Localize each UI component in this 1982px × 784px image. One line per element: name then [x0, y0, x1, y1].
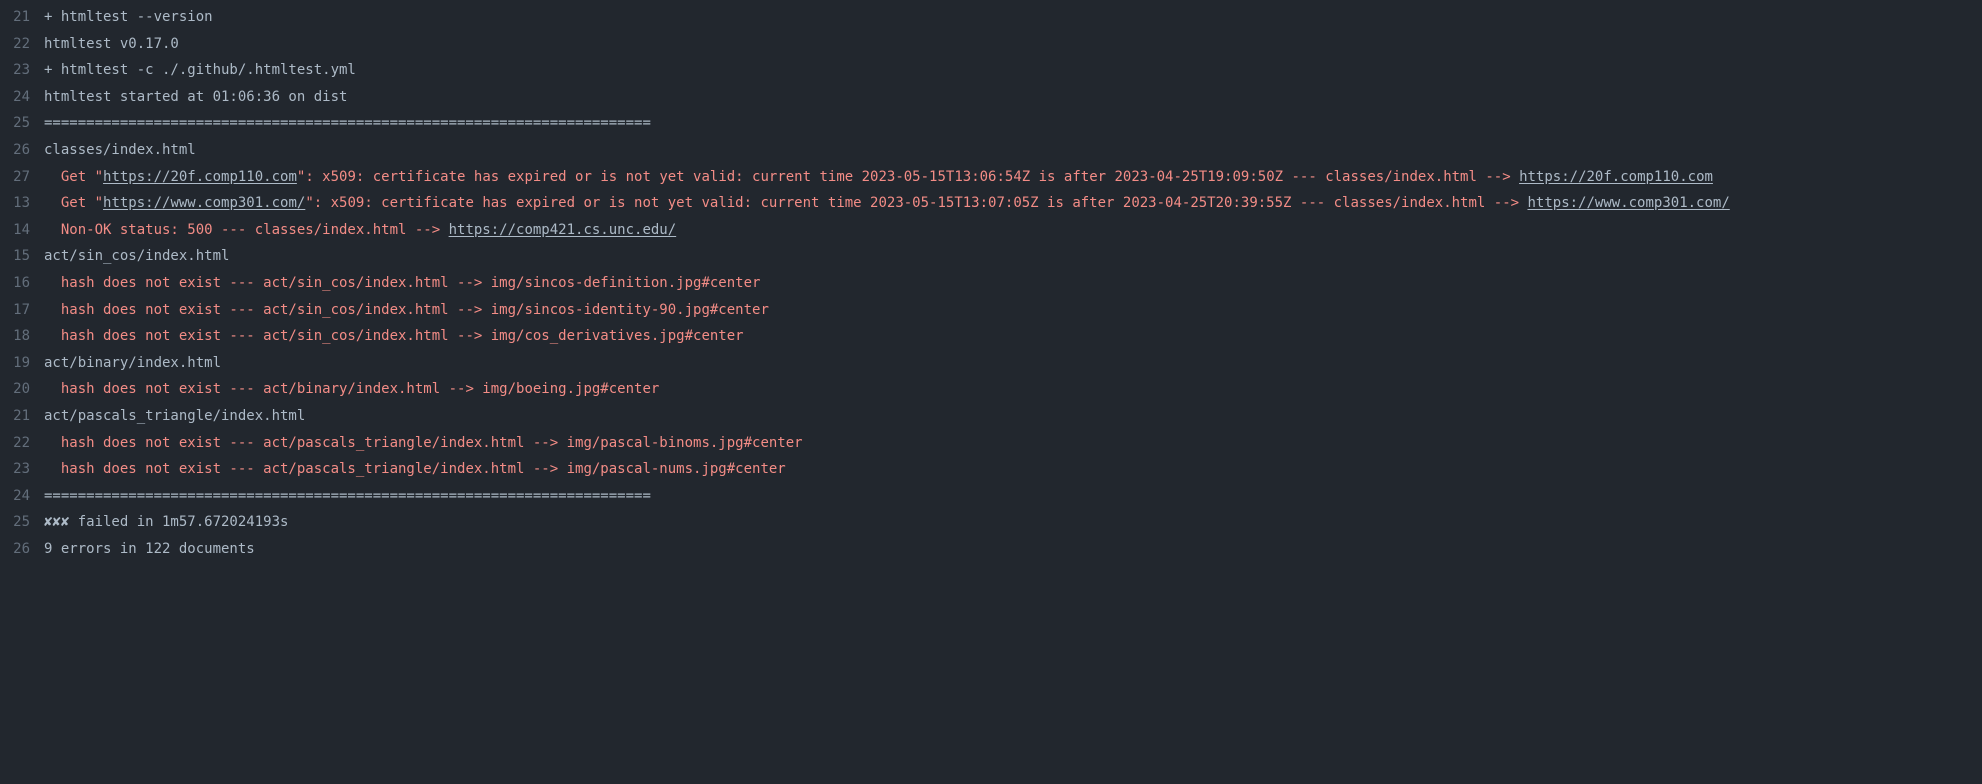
log-text: act/sin_cos/index.html	[44, 248, 229, 264]
line-content: Get "https://www.comp301.com/": x509: ce…	[44, 190, 1742, 217]
log-line: 23+ htmltest -c ./.github/.htmltest.yml	[0, 57, 1982, 84]
line-content: hash does not exist --- act/binary/index…	[44, 376, 671, 403]
line-number[interactable]: 25	[0, 509, 44, 536]
log-text: htmltest started at 01:06:36 on dist	[44, 89, 347, 105]
log-text: act/binary/index.html	[44, 355, 221, 371]
log-line: 19act/binary/index.html	[0, 350, 1982, 377]
line-number[interactable]: 17	[0, 297, 44, 324]
line-content: Get "https://20f.comp110.com": x509: cer…	[44, 164, 1725, 191]
log-line: 22htmltest v0.17.0	[0, 31, 1982, 58]
line-content: hash does not exist --- act/sin_cos/inde…	[44, 297, 781, 324]
line-number[interactable]: 22	[0, 430, 44, 457]
log-line: 20 hash does not exist --- act/binary/in…	[0, 376, 1982, 403]
line-content: act/sin_cos/index.html	[44, 243, 241, 270]
line-content: htmltest v0.17.0	[44, 31, 191, 58]
line-number[interactable]: 19	[0, 350, 44, 377]
line-number[interactable]: 24	[0, 483, 44, 510]
line-number[interactable]: 23	[0, 456, 44, 483]
log-error-text: hash does not exist --- act/sin_cos/inde…	[44, 275, 760, 291]
line-content: + htmltest -c ./.github/.htmltest.yml	[44, 57, 368, 84]
log-line: 16 hash does not exist --- act/sin_cos/i…	[0, 270, 1982, 297]
log-line: 13 Get "https://www.comp301.com/": x509:…	[0, 190, 1982, 217]
line-content: htmltest started at 01:06:36 on dist	[44, 84, 359, 111]
log-link[interactable]: https://comp421.cs.unc.edu/	[449, 222, 677, 238]
log-text: act/pascals_triangle/index.html	[44, 408, 305, 424]
line-content: hash does not exist --- act/sin_cos/inde…	[44, 270, 772, 297]
log-line: 269 errors in 122 documents	[0, 536, 1982, 563]
line-content: hash does not exist --- act/pascals_tria…	[44, 456, 798, 483]
log-line: 25✘✘✘ failed in 1m57.672024193s	[0, 509, 1982, 536]
line-number[interactable]: 14	[0, 217, 44, 244]
log-line: 15act/sin_cos/index.html	[0, 243, 1982, 270]
line-number[interactable]: 20	[0, 376, 44, 403]
line-content: ========================================…	[44, 110, 663, 137]
log-link[interactable]: https://www.comp301.com/	[1527, 195, 1729, 211]
line-number[interactable]: 15	[0, 243, 44, 270]
line-number[interactable]: 22	[0, 31, 44, 58]
line-content: act/binary/index.html	[44, 350, 233, 377]
line-content: classes/index.html	[44, 137, 208, 164]
line-content: 9 errors in 122 documents	[44, 536, 267, 563]
log-text: 9 errors in 122 documents	[44, 541, 255, 557]
line-number[interactable]: 26	[0, 137, 44, 164]
line-content: ✘✘✘ failed in 1m57.672024193s	[44, 509, 300, 536]
log-line: 17 hash does not exist --- act/sin_cos/i…	[0, 297, 1982, 324]
log-line: 24htmltest started at 01:06:36 on dist	[0, 84, 1982, 111]
log-line: 21act/pascals_triangle/index.html	[0, 403, 1982, 430]
log-error-text: hash does not exist --- act/sin_cos/inde…	[44, 328, 744, 344]
line-content: hash does not exist --- act/sin_cos/inde…	[44, 323, 756, 350]
log-line: 23 hash does not exist --- act/pascals_t…	[0, 456, 1982, 483]
line-number[interactable]: 27	[0, 164, 44, 191]
log-text: + htmltest -c ./.github/.htmltest.yml	[44, 62, 356, 78]
log-text: ✘✘✘ failed in 1m57.672024193s	[44, 514, 288, 530]
log-line: 18 hash does not exist --- act/sin_cos/i…	[0, 323, 1982, 350]
log-line: 27 Get "https://20f.comp110.com": x509: …	[0, 164, 1982, 191]
log-error-text: ": x509: certificate has expired or is n…	[297, 169, 1519, 185]
line-number[interactable]: 23	[0, 57, 44, 84]
log-text: htmltest v0.17.0	[44, 36, 179, 52]
line-number[interactable]: 18	[0, 323, 44, 350]
log-error-text: hash does not exist --- act/sin_cos/inde…	[44, 302, 769, 318]
line-number[interactable]: 21	[0, 4, 44, 31]
log-error-text: hash does not exist --- act/pascals_tria…	[44, 435, 803, 451]
log-error-text: Get "	[44, 195, 103, 211]
log-link[interactable]: https://20f.comp110.com	[1519, 169, 1713, 185]
line-number[interactable]: 21	[0, 403, 44, 430]
line-number[interactable]: 25	[0, 110, 44, 137]
log-line: 14 Non-OK status: 500 --- classes/index.…	[0, 217, 1982, 244]
log-line: 21+ htmltest --version	[0, 4, 1982, 31]
log-error-text: Get "	[44, 169, 103, 185]
log-error-text: hash does not exist --- act/binary/index…	[44, 381, 659, 397]
line-content: Non-OK status: 500 --- classes/index.htm…	[44, 217, 688, 244]
log-link[interactable]: https://20f.comp110.com	[103, 169, 297, 185]
line-number[interactable]: 13	[0, 190, 44, 217]
log-line: 26classes/index.html	[0, 137, 1982, 164]
log-line: 25======================================…	[0, 110, 1982, 137]
line-number[interactable]: 16	[0, 270, 44, 297]
log-output: 21+ htmltest --version22htmltest v0.17.0…	[0, 4, 1982, 562]
line-content: act/pascals_triangle/index.html	[44, 403, 317, 430]
log-link[interactable]: https://www.comp301.com/	[103, 195, 305, 211]
log-text: classes/index.html	[44, 142, 196, 158]
line-content: + htmltest --version	[44, 4, 225, 31]
log-text: ========================================…	[44, 488, 651, 504]
log-error-text: ": x509: certificate has expired or is n…	[305, 195, 1527, 211]
log-text: ========================================…	[44, 115, 651, 131]
log-error-text: Non-OK status: 500 --- classes/index.htm…	[44, 222, 449, 238]
line-number[interactable]: 26	[0, 536, 44, 563]
line-content: ========================================…	[44, 483, 663, 510]
log-line: 22 hash does not exist --- act/pascals_t…	[0, 430, 1982, 457]
log-line: 24======================================…	[0, 483, 1982, 510]
line-number[interactable]: 24	[0, 84, 44, 111]
log-text: + htmltest --version	[44, 9, 213, 25]
line-content: hash does not exist --- act/pascals_tria…	[44, 430, 815, 457]
log-error-text: hash does not exist --- act/pascals_tria…	[44, 461, 786, 477]
